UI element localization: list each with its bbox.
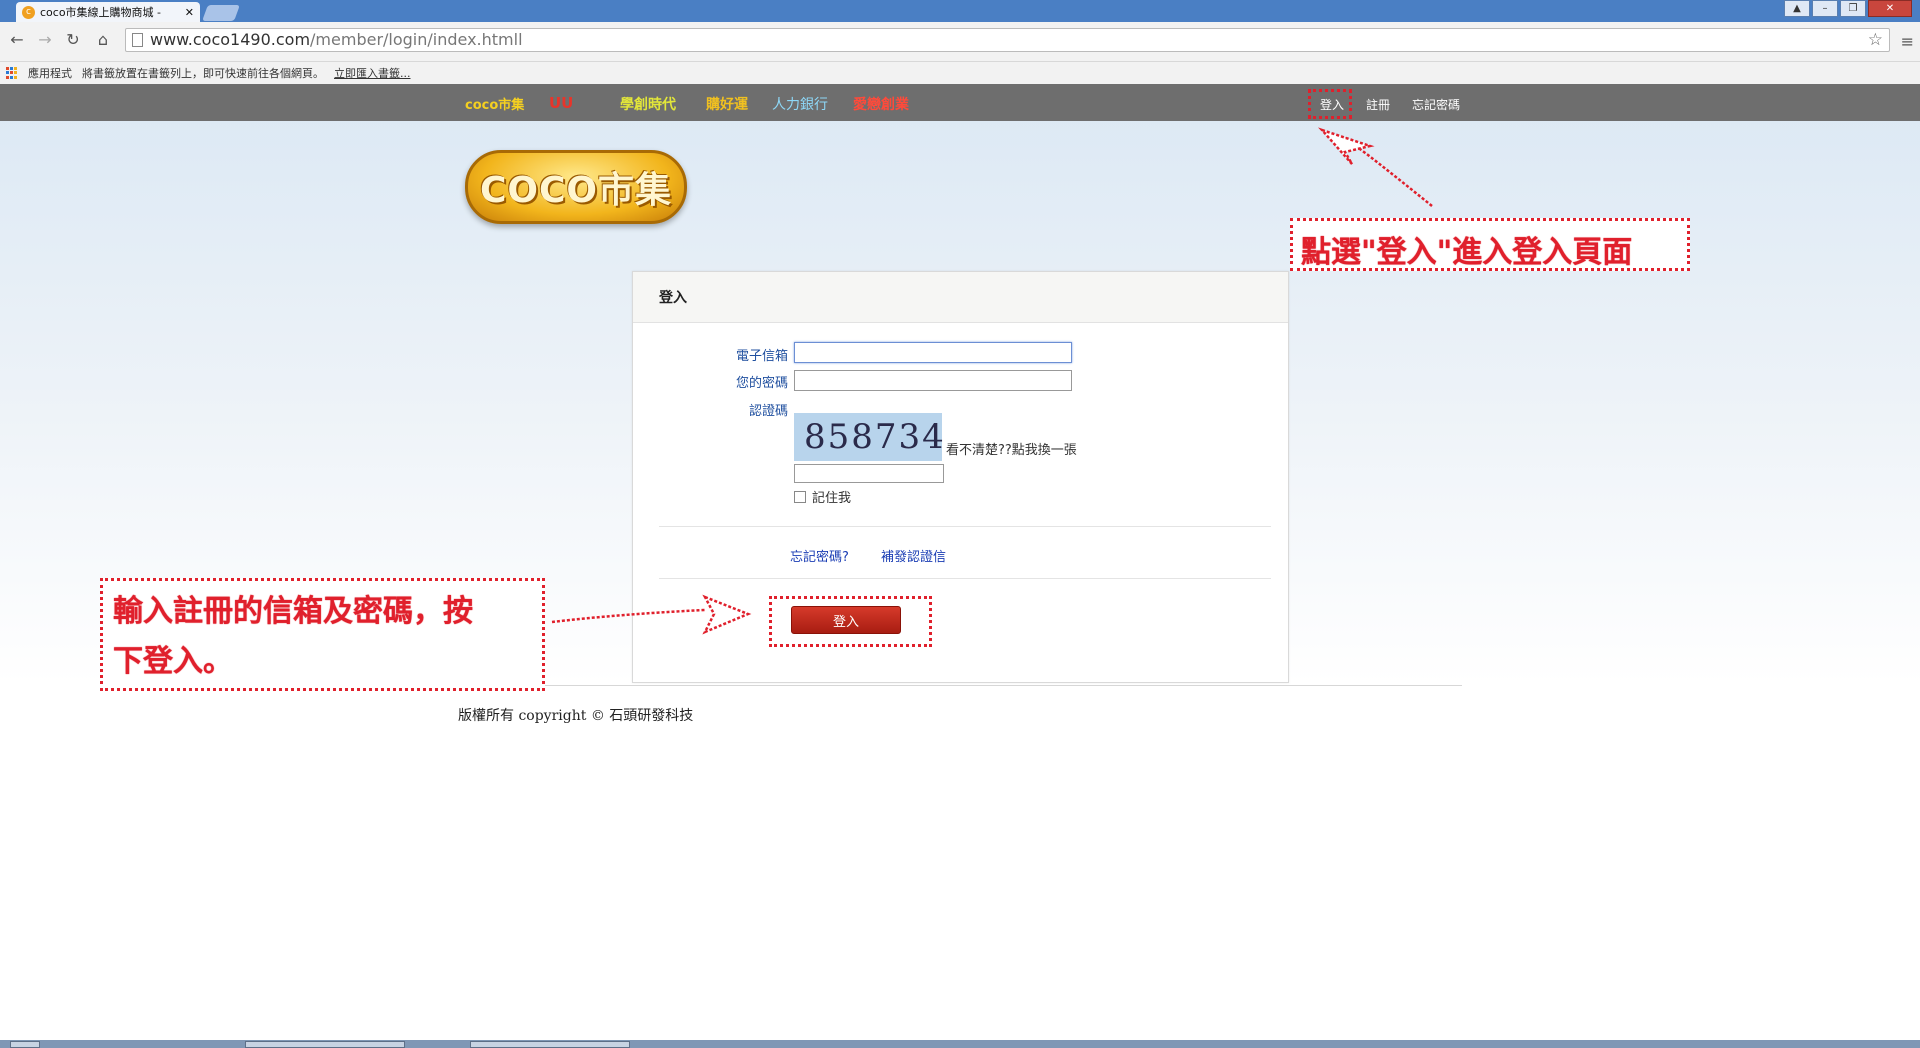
apps-label[interactable]: 應用程式 (28, 65, 72, 81)
top-register-link[interactable]: 註冊 (1362, 94, 1394, 115)
logo-text: COCO市集 (479, 170, 673, 211)
address-bar[interactable]: www.coco1490.com/member/login/index.html… (125, 28, 1890, 52)
brand-uu[interactable]: UU (549, 94, 573, 112)
annotation-bottom-line2: 下登入。 (113, 644, 233, 679)
annotation-button-highlight (769, 596, 932, 647)
remember-me[interactable]: 記住我 (794, 487, 851, 506)
remember-label: 記住我 (812, 491, 852, 506)
bookmark-star-icon[interactable]: ☆ (1868, 29, 1883, 51)
brand-coco[interactable]: coco市集 (465, 94, 524, 113)
url-host: www.coco1490.com (150, 30, 311, 49)
remember-checkbox[interactable] (794, 490, 806, 503)
password-label: 您的密碼 (735, 376, 788, 391)
footer-copyright: 版權所有 copyright © 石頭研發科技 (458, 708, 694, 724)
annotation-top-note: 點選"登入"進入登入頁面 (1290, 218, 1690, 271)
restore-icon[interactable]: ❐ (1840, 0, 1866, 17)
coco-logo[interactable]: COCO市集 (465, 150, 687, 224)
captcha-image: 858734 (794, 413, 944, 461)
password-field[interactable] (794, 370, 1072, 391)
annotation-bottom-note: 輸入註冊的信箱及密碼，按 下登入。 (100, 578, 545, 691)
forward-arrow-icon[interactable]: → (34, 30, 56, 49)
resend-verification-link[interactable]: 補發認證信 (881, 546, 946, 565)
user-icon[interactable]: ▲ (1784, 0, 1810, 17)
bookmarks-bar: 應用程式 將書籤放置在書籤列上，即可快速前往各個網頁。 立即匯入書籤... (0, 62, 1920, 84)
brand-job-bank[interactable]: 人力銀行 (772, 94, 828, 114)
back-arrow-icon[interactable]: ← (6, 30, 28, 49)
email-field[interactable] (794, 342, 1072, 363)
taskbar (0, 1040, 1920, 1048)
annotation-bottom-line1: 輸入註冊的信箱及密碼，按 (113, 594, 473, 629)
login-panel: 登入 電子信箱 您的密碼 認證碼 858734 看不清楚??點我換一張 記住我 … (632, 271, 1289, 683)
browser-tab[interactable]: c coco市集線上購物商城 - ✕ (16, 2, 200, 22)
url-path: /member/login/index.htmll (310, 30, 523, 49)
tab-title: coco市集線上購物商城 - (40, 6, 162, 19)
new-tab-button[interactable] (202, 5, 240, 21)
divider (659, 526, 1271, 527)
browser-tab-bar: c coco市集線上購物商城 - ✕ ▲ – ❐ ✕ (0, 0, 1920, 22)
import-bookmarks-link[interactable]: 立即匯入書籤... (334, 65, 411, 81)
captcha-input[interactable] (794, 464, 944, 483)
captcha-refresh-link[interactable]: 看不清楚??點我換一張 (946, 439, 1077, 458)
site-favicon-icon: c (22, 5, 35, 19)
browser-toolbar: ← → ↻ ⌂ www.coco1490.com/member/login/in… (0, 22, 1920, 62)
page-icon (132, 33, 143, 47)
brand-love-startup[interactable]: 愛戀創業 (853, 94, 909, 114)
site-top-bar: coco市集 UU 學創時代 購好運 人力銀行 愛戀創業 登入 註冊 忘記密碼 (0, 84, 1920, 121)
footer-divider (458, 685, 1462, 686)
apps-icon[interactable] (6, 67, 18, 79)
forgot-password-link[interactable]: 忘記密碼? (790, 546, 849, 565)
annotation-login-highlight (1308, 89, 1352, 119)
brand-goulucky[interactable]: 購好運 (706, 94, 748, 114)
minimize-icon[interactable]: – (1812, 0, 1838, 17)
email-label: 電子信箱 (735, 349, 788, 364)
reload-icon[interactable]: ↻ (62, 30, 84, 49)
tab-close-icon[interactable]: ✕ (185, 6, 194, 19)
divider (659, 578, 1271, 579)
close-window-icon[interactable]: ✕ (1868, 0, 1912, 17)
captcha-label: 認證碼 (748, 404, 788, 419)
home-icon[interactable]: ⌂ (92, 30, 114, 49)
window-controls: ▲ – ❐ ✕ (1784, 0, 1912, 17)
brand-xuechuang[interactable]: 學創時代 (620, 94, 676, 114)
bookmarks-hint: 將書籤放置在書籤列上，即可快速前往各個網頁。 (82, 67, 324, 80)
panel-title: 登入 (633, 272, 1288, 323)
top-forgot-link[interactable]: 忘記密碼 (1408, 94, 1464, 115)
menu-icon[interactable]: ≡ (1901, 32, 1914, 51)
